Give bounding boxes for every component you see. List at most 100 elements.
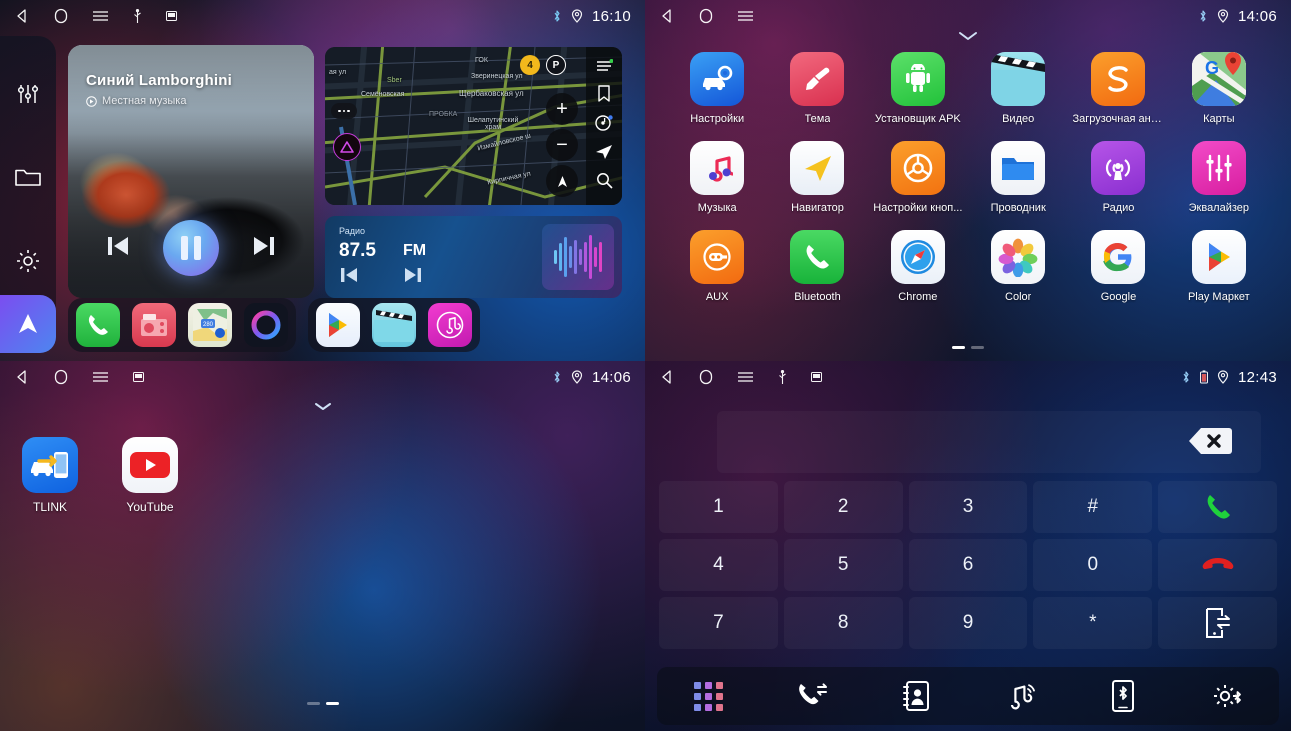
transfer-audio-button[interactable] [1158, 597, 1277, 649]
play-pause-button[interactable] [163, 220, 219, 276]
folder-icon[interactable] [14, 165, 42, 194]
apk-installer-icon [890, 52, 945, 106]
key-6[interactable]: 6 [908, 539, 1028, 591]
app-item-file-manager[interactable]: Проводник [968, 141, 1068, 214]
bluetooth-settings-icon[interactable] [1199, 674, 1255, 718]
radio-widget[interactable]: Радио 87.5 FM [325, 216, 622, 298]
app-item-music[interactable]: Музыка [667, 141, 767, 214]
app-item-apk-installer[interactable]: Установщик APK [868, 52, 968, 125]
search-icon[interactable] [596, 172, 613, 194]
menu-icon[interactable] [737, 9, 754, 23]
bookmark-icon[interactable] [597, 84, 611, 107]
map-chat-button[interactable] [331, 103, 357, 119]
menu-icon[interactable] [92, 9, 109, 23]
bluetooth-music-icon[interactable] [992, 674, 1048, 718]
app-item-tlink[interactable]: TLINK [22, 437, 78, 514]
call-log-icon[interactable] [784, 674, 840, 718]
menu-icon[interactable] [92, 370, 109, 384]
back-icon[interactable] [14, 369, 30, 385]
key-5[interactable]: 5 [783, 539, 903, 591]
map-compass-button[interactable] [546, 165, 578, 197]
parking-badge[interactable]: P [546, 55, 566, 75]
page-dot-1[interactable] [306, 702, 320, 705]
backspace-button[interactable] [1187, 425, 1233, 457]
app-item-chrome[interactable]: Chrome [868, 230, 968, 303]
key-1[interactable]: 1 [659, 481, 778, 533]
home-icon[interactable] [699, 8, 713, 24]
radio-prev-button[interactable] [339, 266, 359, 289]
drawer-handle[interactable] [0, 401, 645, 412]
map-widget[interactable]: ая ул Sber ГОК Зверинецкая ул Щербаковск… [325, 47, 622, 205]
dialpad-icon[interactable] [681, 674, 737, 718]
previous-track-button[interactable] [105, 234, 131, 263]
home-icon[interactable] [54, 369, 68, 385]
radio-next-button[interactable] [403, 266, 423, 289]
map-traffic-label: ПРОБКА [429, 111, 458, 118]
radio-app-icon[interactable] [132, 303, 176, 347]
app-item-bluetooth[interactable]: Bluetooth [767, 230, 867, 303]
gear-icon[interactable] [14, 247, 42, 280]
navigation-arrow-icon[interactable] [0, 295, 56, 353]
app-item-video[interactable]: Видео [968, 52, 1068, 125]
back-icon[interactable] [659, 8, 675, 24]
hangup-button[interactable] [1158, 539, 1277, 591]
music-widget[interactable]: Синий Lamborghini Местная музыка [68, 45, 314, 298]
radio-broadcast-icon [1091, 141, 1146, 195]
page-dot-1[interactable] [952, 346, 965, 349]
app-item-theme[interactable]: Тема [767, 52, 867, 125]
music-app-icon[interactable] [428, 303, 472, 347]
app-grid: Настройки Тема Установщик APK Видео Загр… [645, 52, 1291, 303]
menu-icon[interactable] [596, 58, 613, 78]
phone-number-input[interactable] [717, 411, 1261, 473]
app-item-radio[interactable]: Радио [1068, 141, 1168, 214]
page-dot-2[interactable] [325, 702, 339, 705]
navigate-icon[interactable] [595, 144, 613, 165]
bluetooth-device-icon[interactable] [1095, 674, 1151, 718]
app-item-maps[interactable]: G Карты [1169, 52, 1269, 125]
app-dock: 280 [68, 297, 622, 353]
map-zoom-out-button[interactable]: − [546, 129, 578, 161]
app-item-settings[interactable]: Настройки [667, 52, 767, 125]
key-8[interactable]: 8 [783, 597, 903, 649]
home-icon[interactable] [54, 8, 68, 24]
app-item-aux[interactable]: AUX [667, 230, 767, 303]
app-item-google[interactable]: Google [1068, 230, 1168, 303]
app-item-boot-animation[interactable]: Загрузочная ани... [1068, 52, 1168, 125]
play-store-app-icon[interactable] [316, 303, 360, 347]
pause-bar-left [181, 236, 188, 260]
contacts-icon[interactable] [888, 674, 944, 718]
home-icon[interactable] [699, 369, 713, 385]
app-label: Видео [1002, 113, 1035, 125]
app-item-equalizer[interactable]: Эквалайзер [1169, 141, 1269, 214]
app-item-color[interactable]: Color [968, 230, 1068, 303]
key-3[interactable]: 3 [908, 481, 1028, 533]
status-time: 12:43 [1237, 368, 1277, 386]
key-4[interactable]: 4 [659, 539, 778, 591]
key-7[interactable]: 7 [659, 597, 778, 649]
app-item-button-settings[interactable]: Настройки кноп... [868, 141, 968, 214]
app-item-play-store[interactable]: Play Маркет [1169, 230, 1269, 303]
equalizer-icon[interactable] [15, 81, 41, 112]
key-star[interactable]: * [1033, 597, 1153, 649]
call-button[interactable] [1158, 481, 1277, 533]
phone-app-icon[interactable] [76, 303, 120, 347]
video-app-icon[interactable] [372, 303, 416, 347]
menu-icon[interactable] [737, 370, 754, 384]
key-9[interactable]: 9 [908, 597, 1028, 649]
app-label: TLINK [32, 500, 67, 514]
key-2[interactable]: 2 [783, 481, 903, 533]
maps-app-icon[interactable]: 280 [188, 303, 232, 347]
map-zoom-in-button[interactable]: + [546, 93, 578, 125]
key-0[interactable]: 0 [1033, 539, 1153, 591]
music-disc-icon[interactable] [595, 114, 613, 137]
map-alice-button[interactable] [333, 133, 361, 161]
app-item-navigator[interactable]: Навигатор [767, 141, 867, 214]
page-dot-2[interactable] [971, 346, 984, 349]
app-item-youtube[interactable]: YouTube [122, 437, 178, 514]
key-hash[interactable]: # [1033, 481, 1153, 533]
back-icon[interactable] [14, 8, 30, 24]
back-icon[interactable] [659, 369, 675, 385]
siri-app-icon[interactable] [244, 303, 288, 347]
next-track-button[interactable] [251, 234, 277, 263]
traffic-badge[interactable]: 4 [520, 55, 540, 75]
